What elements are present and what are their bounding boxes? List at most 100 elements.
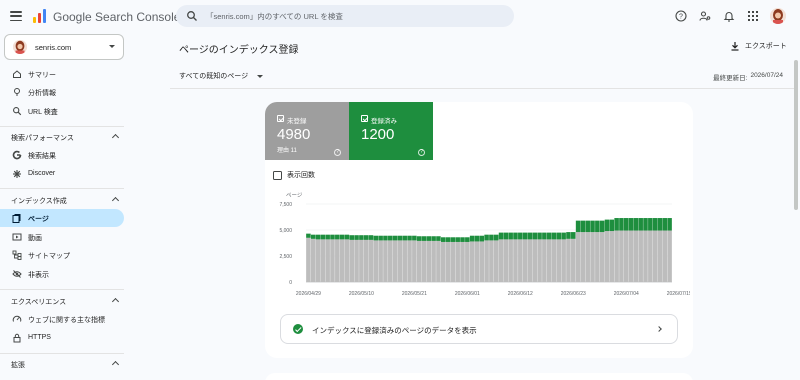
sidebar-item-insights[interactable]: 分析情報	[0, 83, 124, 101]
manage-accounts-icon[interactable]	[698, 9, 712, 23]
bar-indexed	[489, 234, 494, 241]
bar-indexed	[436, 236, 441, 241]
lightbulb-icon	[14, 88, 20, 96]
sidebar-item-url-inspection[interactable]: URL 検査	[0, 102, 124, 120]
not-indexed-tile[interactable]: 未登録 4980 理由 11 ?	[265, 102, 349, 160]
search-icon	[187, 11, 197, 21]
sidebar-item-video[interactable]: 動画	[0, 228, 124, 246]
dropdown-caret-icon	[257, 74, 264, 78]
bar-not-indexed	[513, 239, 518, 282]
chevron-up-icon	[111, 297, 120, 306]
bar-indexed	[599, 220, 605, 233]
sidebar-divider	[0, 188, 124, 189]
bar-indexed	[397, 235, 403, 241]
bar-not-indexed	[359, 239, 364, 282]
account-avatar[interactable]	[770, 8, 786, 24]
impressions-toggle[interactable]: 表示回数	[273, 170, 315, 180]
bar-indexed	[556, 232, 562, 240]
sidebar-item-discover[interactable]: Discover	[0, 165, 124, 183]
main-menu-icon[interactable]	[10, 11, 22, 21]
bar-not-indexed	[315, 239, 321, 282]
section-experience[interactable]: エクスペリエンス	[0, 294, 124, 308]
bar-indexed	[407, 235, 412, 241]
bar-indexed	[508, 232, 513, 240]
bar-indexed	[359, 235, 364, 240]
bar-indexed	[368, 235, 374, 240]
tile-value: 4980	[277, 126, 311, 143]
bar-not-indexed	[648, 230, 653, 282]
checkbox-checked-icon	[361, 115, 368, 122]
bar-not-indexed	[652, 230, 658, 282]
sidebar-item-removals[interactable]: 非表示	[0, 265, 124, 283]
checkbox[interactable]	[273, 170, 282, 180]
section-indexing[interactable]: インデックス作成	[0, 193, 124, 207]
apps-grid-icon[interactable]	[746, 9, 760, 23]
bar-indexed	[590, 220, 595, 233]
bar-indexed	[652, 218, 658, 231]
view-indexed-pages-button[interactable]: インデックスに登録済みのページのデータを表示	[280, 314, 678, 344]
page-filter-dropdown[interactable]: すべての既知のページ	[179, 71, 264, 81]
eye-off-icon	[12, 270, 22, 278]
pages-icon	[12, 214, 21, 223]
sidebar-item-label: URL 検査	[28, 109, 58, 116]
bar-not-indexed	[431, 240, 436, 282]
section-enhancements[interactable]: 拡張	[0, 357, 124, 371]
bar-indexed	[503, 232, 509, 240]
property-selector[interactable]: senris.com	[4, 34, 124, 60]
sidebar-item-search-results[interactable]: 検索結果	[0, 146, 124, 164]
sidebar-item-core-web-vitals[interactable]: ウェブに関する主な指標	[0, 310, 124, 328]
x-tick-label: 2026/06/23	[561, 291, 586, 297]
section-search-performance[interactable]: 検索パフォーマンス	[0, 130, 124, 144]
bar-indexed	[344, 234, 350, 240]
bar-not-indexed	[566, 238, 571, 282]
bar-indexed	[363, 235, 369, 240]
app-title[interactable]: Google Search Console	[53, 10, 180, 24]
bar-indexed	[628, 218, 634, 231]
bar-indexed	[484, 234, 489, 241]
bar-not-indexed	[503, 239, 509, 282]
home-icon	[13, 70, 21, 78]
bar-indexed	[392, 235, 398, 241]
bar-indexed	[537, 232, 542, 240]
help-icon[interactable]: ?	[418, 149, 425, 156]
bar-not-indexed	[522, 239, 528, 282]
help-icon[interactable]: ?	[334, 149, 341, 156]
bar-not-indexed	[609, 231, 615, 282]
sidebar-item-sitemaps[interactable]: サイトマップ	[0, 246, 124, 264]
bar-not-indexed	[489, 240, 494, 282]
bar-indexed	[465, 237, 470, 242]
sidebar-item-https[interactable]: HTTPS	[0, 329, 124, 347]
header-divider	[170, 88, 795, 89]
bar-indexed	[527, 232, 533, 240]
svg-text:?: ?	[679, 13, 683, 20]
bar-not-indexed	[320, 239, 326, 282]
search-input[interactable]	[206, 9, 496, 23]
bar-indexed	[320, 234, 326, 240]
bar-not-indexed	[339, 239, 345, 282]
scrollbar[interactable]	[794, 60, 798, 210]
indexed-tile[interactable]: 登録済み 1200 ?	[349, 102, 433, 160]
url-inspection-search[interactable]	[176, 5, 514, 27]
bar-indexed	[349, 235, 355, 240]
bar-not-indexed	[590, 232, 595, 282]
bar-indexed	[575, 220, 581, 233]
last-updated-date: 2026/07/24	[750, 72, 783, 79]
sidebar-item-pages[interactable]: ページ	[0, 209, 124, 227]
tile-label: 未登録	[287, 118, 307, 125]
bar-not-indexed	[368, 239, 374, 282]
tile-value: 1200	[361, 126, 395, 143]
bar-indexed	[609, 219, 615, 232]
export-button[interactable]: エクスポート	[730, 41, 787, 51]
bar-indexed	[330, 234, 335, 240]
bar-not-indexed	[412, 240, 417, 282]
sidebar-item-summary[interactable]: サマリー	[0, 65, 124, 83]
bar-not-indexed	[537, 239, 542, 282]
bar-not-indexed	[643, 230, 648, 282]
bar-not-indexed	[455, 241, 460, 282]
bar-not-indexed	[402, 240, 407, 282]
bar-indexed	[667, 218, 672, 231]
x-tick-label: 2026/07/15	[667, 291, 690, 297]
help-icon[interactable]: ?	[674, 9, 688, 23]
notifications-icon[interactable]	[722, 9, 736, 23]
bar-not-indexed	[623, 230, 629, 282]
